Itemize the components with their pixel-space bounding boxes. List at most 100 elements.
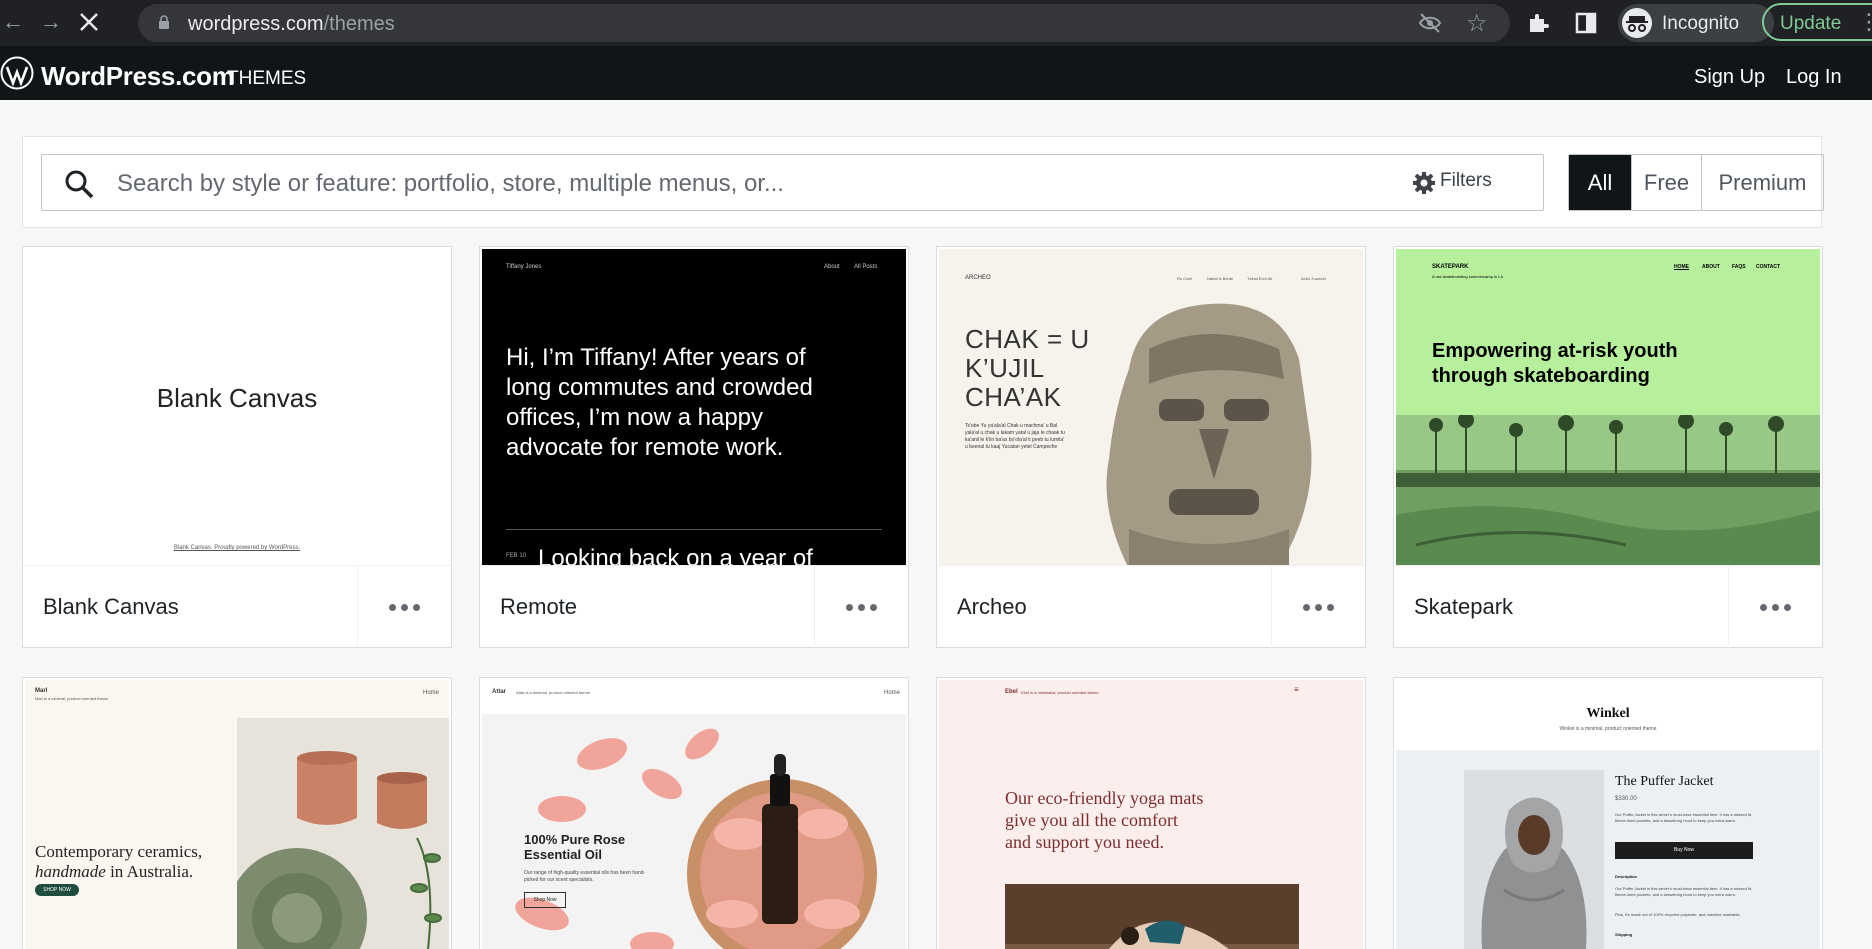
search-panel: Search by style or feature: portfolio, s… <box>22 136 1824 228</box>
theme-name[interactable]: Blank Canvas <box>43 594 179 620</box>
theme-preview[interactable]: Marl Marl is a minimal, product oriented… <box>25 680 449 949</box>
preview-nav-item: Tzibal Echi Ab <box>1247 276 1273 281</box>
preview-site-title: Winkel <box>1586 706 1630 721</box>
preview-headline: 100% Pure Rose Essential Oil <box>524 832 626 862</box>
tier-premium-button[interactable]: Premium <box>1701 155 1823 210</box>
update-button[interactable]: Update <box>1762 3 1872 41</box>
preview-cta: Buy Now <box>1615 842 1753 859</box>
theme-card-winkel[interactable]: Winkel Winkel is a minimal, product orie… <box>1393 677 1823 949</box>
preview-product-title: The Puffer Jacket <box>1615 774 1714 789</box>
preview-tagline: Attar is a minimal, product oriented the… <box>516 690 591 695</box>
product-section <box>1396 750 1820 949</box>
eye-off-icon[interactable] <box>1418 13 1442 33</box>
filters-button[interactable]: Filters <box>1440 170 1492 192</box>
theme-card-skatepark[interactable]: SKATEPARK A rad skateboarding summercamp… <box>1393 246 1823 648</box>
preview-body: Our Puffer Jacket is this winter's must-… <box>1615 812 1753 823</box>
more-options-button[interactable] <box>1271 566 1365 648</box>
theme-preview[interactable]: ARCHEO Ru Cwiil Nabal Ix Ba'ab Tzibal Ec… <box>939 249 1363 565</box>
forward-arrow-icon[interactable]: → <box>40 9 62 35</box>
preview-nav-item: Home <box>423 690 440 696</box>
theme-preview[interactable]: Blank Canvas Blank Canvas. Proudly power… <box>25 249 449 565</box>
preview-nav-item: Nabal Ix Ba'ab <box>1207 276 1233 281</box>
site-brand[interactable]: WordPress.com <box>41 61 235 92</box>
card-footer: Skatepark <box>1394 565 1822 648</box>
theme-card-attar[interactable]: Attar Attar is a minimal, product orient… <box>479 677 909 949</box>
more-options-button[interactable] <box>1728 566 1822 648</box>
stop-loading-icon[interactable] <box>78 11 100 33</box>
incognito-label: Incognito <box>1662 13 1740 34</box>
search-icon <box>65 170 94 199</box>
preview-post-title: Looking back on a year of <box>538 545 813 565</box>
more-options-button[interactable] <box>357 566 451 648</box>
ellipsis-icon <box>389 603 420 611</box>
incognito-profile-button[interactable]: Incognito <box>1618 4 1774 42</box>
search-placeholder: Search by style or feature: portfolio, s… <box>117 170 784 197</box>
preview-nav-item: FAQS <box>1732 264 1746 270</box>
preview-tagline: A rad skateboarding summercamp in LA <box>1432 274 1504 279</box>
lock-icon <box>159 15 169 29</box>
puffer-jacket-photo-image <box>1464 770 1604 949</box>
theme-card-ebel[interactable]: Ebel Ebel is a minimalist, product orien… <box>936 677 1366 949</box>
theme-preview[interactable]: Ebel Ebel is a minimalist, product orien… <box>939 680 1363 949</box>
theme-preview[interactable]: Attar Attar is a minimal, product orient… <box>482 680 906 949</box>
theme-card-marl[interactable]: Marl Marl is a minimal, product oriented… <box>22 677 452 949</box>
preview-date: FEB 10 <box>506 553 527 559</box>
preview-body: Our range of high-quality essential oils… <box>524 870 646 883</box>
ellipsis-icon <box>1303 603 1334 611</box>
preview-desc-2: Plus, it's made out of 100% recycled pol… <box>1615 912 1741 917</box>
preview-divider <box>506 529 882 530</box>
preview-desc: Our Puffer Jacket is this winter's must-… <box>1615 886 1753 897</box>
ellipsis-icon <box>1760 603 1791 611</box>
preview-site-title: Tiffany Jones <box>506 264 542 270</box>
tier-all-button[interactable]: All <box>1569 155 1631 210</box>
login-link[interactable]: Log In <box>1786 66 1842 89</box>
more-options-button[interactable] <box>814 566 908 648</box>
preview-nav-item: Ankil J'uumoh <box>1301 276 1326 281</box>
theme-card-blank-canvas[interactable]: Blank Canvas Blank Canvas. Proudly power… <box>22 246 452 648</box>
browser-menu-icon[interactable]: ⋮ <box>1858 9 1872 35</box>
card-footer: Remote <box>480 565 908 648</box>
gear-icon[interactable] <box>1412 171 1436 195</box>
side-panel-icon[interactable] <box>1574 11 1598 35</box>
preview-footer: Blank Canvas. Proudly powered by WordPre… <box>173 545 301 551</box>
preview-shipping: Shipping <box>1615 932 1633 937</box>
preview-title: Blank Canvas <box>156 383 318 413</box>
theme-preview[interactable]: SKATEPARK A rad skateboarding summercamp… <box>1396 249 1820 565</box>
yoga-photo-image <box>1005 884 1299 949</box>
theme-card-archeo[interactable]: ARCHEO Ru Cwiil Nabal Ix Ba'ab Tzibal Ec… <box>936 246 1366 648</box>
url-text: wordpress.com/themes <box>188 13 395 35</box>
theme-preview[interactable]: Tiffany Jones About All Posts Hi, I’m Ti… <box>482 249 906 565</box>
browser-toolbar: ← → wordpress.com/themes ☆ Incognito Upd… <box>0 0 1872 46</box>
bookmark-star-icon[interactable]: ☆ <box>1466 9 1488 38</box>
back-arrow-icon[interactable]: ← <box>2 9 24 35</box>
preview-nav-item: All Posts <box>854 264 878 270</box>
theme-name[interactable]: Skatepark <box>1414 594 1513 620</box>
preview-price: $330.00 <box>1615 796 1637 802</box>
preview-nav-item: CONTACT <box>1756 264 1781 270</box>
extensions-puzzle-icon[interactable] <box>1526 11 1550 35</box>
preview-site-title: Marl <box>35 688 48 694</box>
preview-headline: Hi, I’m Tiffany! After years of long com… <box>506 344 813 461</box>
preview-nav-item: ABOUT <box>1702 264 1720 270</box>
preview-desc-title: Description <box>1615 874 1638 879</box>
wordpress-logo-icon[interactable] <box>0 56 34 90</box>
tier-free-button[interactable]: Free <box>1631 155 1701 210</box>
address-bar[interactable]: wordpress.com/themes ☆ <box>138 4 1510 42</box>
menu-icon: ≡ <box>1294 685 1299 694</box>
section-title[interactable]: THEMES <box>227 68 306 90</box>
signup-link[interactable]: Sign Up <box>1694 66 1765 89</box>
preview-site-title: Ebel <box>1005 689 1018 695</box>
preview-tagline: Marl is a minimal, product oriented them… <box>35 696 109 701</box>
theme-name[interactable]: Remote <box>500 594 577 620</box>
theme-preview[interactable]: Winkel Winkel is a minimal, product orie… <box>1396 680 1820 949</box>
preview-headline: CHAK = U K’UJIL CHA’AK <box>965 324 1090 412</box>
theme-name[interactable]: Archeo <box>957 594 1027 620</box>
preview-site-title: SKATEPARK <box>1432 264 1469 270</box>
preview-nav-item: HOME <box>1674 264 1689 270</box>
preview-site-title: Attar <box>492 689 507 695</box>
preview-headline: Our eco-friendly yoga mats give you all … <box>1005 788 1204 852</box>
preview-cta: SHOP NOW <box>35 884 79 896</box>
search-input[interactable]: Search by style or feature: portfolio, s… <box>41 154 1544 211</box>
theme-card-remote[interactable]: Tiffany Jones About All Posts Hi, I’m Ti… <box>479 246 909 648</box>
site-header: WordPress.com THEMES Sign Up Log In <box>0 46 1872 100</box>
